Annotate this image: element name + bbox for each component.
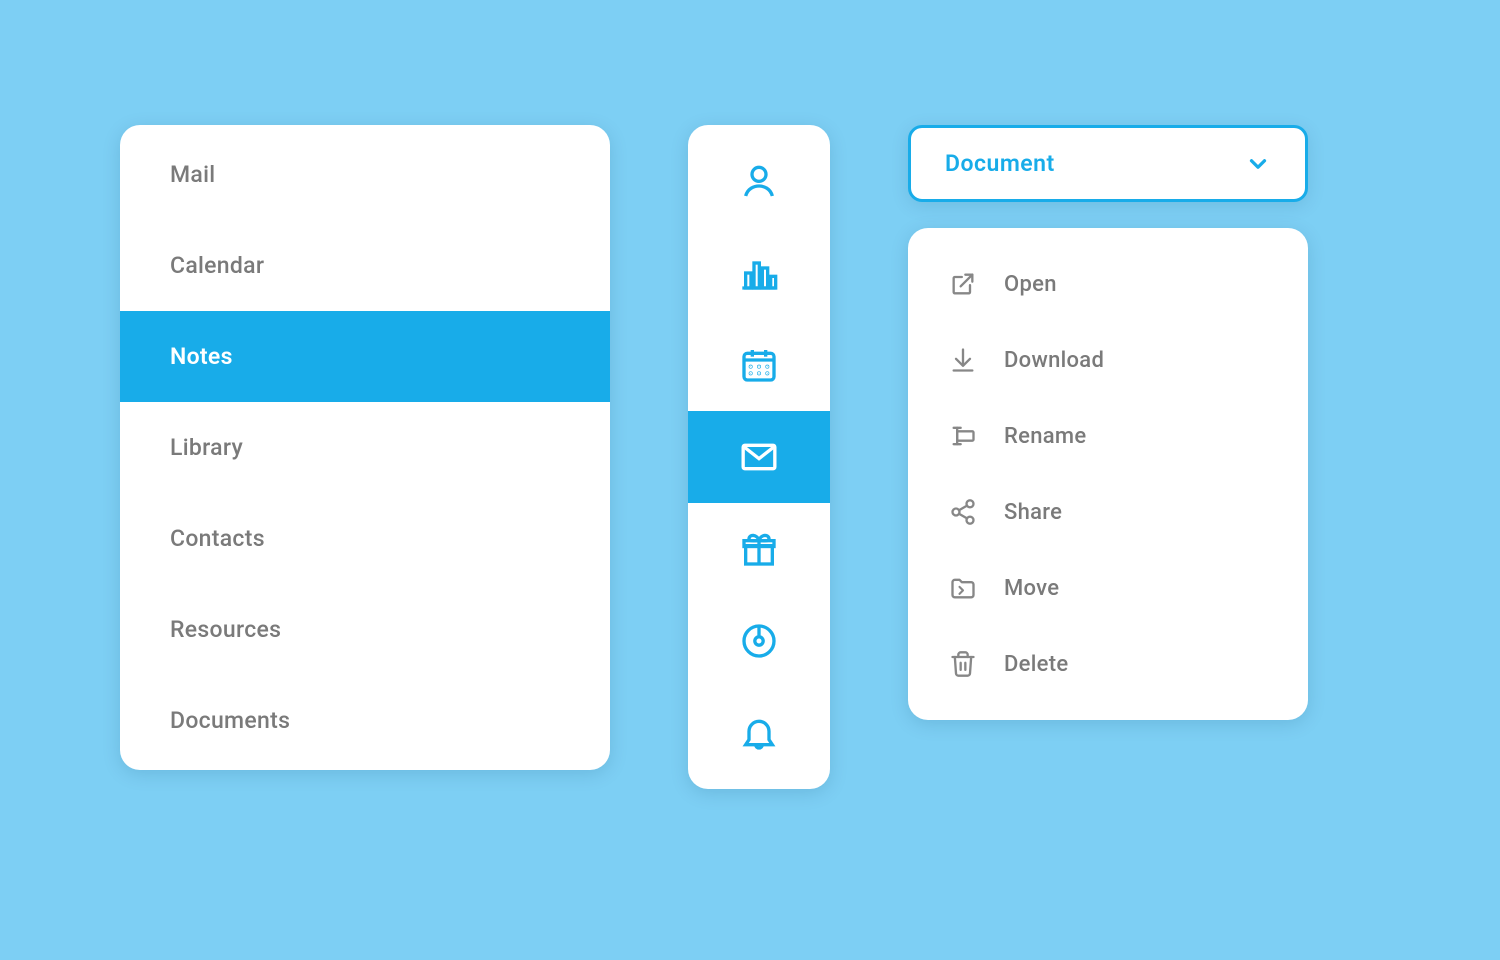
dropdown-selected-label: Document	[945, 150, 1055, 177]
calendar-icon	[739, 345, 779, 385]
menu-item-label: Delete	[1004, 652, 1068, 677]
nav-item-notes[interactable]: Notes	[120, 311, 610, 402]
chevron-down-icon	[1245, 151, 1271, 177]
icon-rail	[688, 125, 830, 789]
nav-item-label: Notes	[170, 343, 233, 370]
bar-chart-icon	[739, 253, 779, 293]
icon-rail-item-chart[interactable]	[688, 227, 830, 319]
nav-item-documents[interactable]: Documents	[120, 675, 610, 766]
menu-item-label: Share	[1004, 500, 1062, 525]
menu-item-move[interactable]: Move	[908, 550, 1308, 626]
nav-item-calendar[interactable]: Calendar	[120, 220, 610, 311]
icon-rail-item-gift[interactable]	[688, 503, 830, 595]
navigation-panel: Mail Calendar Notes Library Contacts Res…	[120, 125, 610, 770]
nav-item-label: Calendar	[170, 252, 264, 279]
menu-item-label: Move	[1004, 576, 1059, 601]
menu-item-download[interactable]: Download	[908, 322, 1308, 398]
menu-item-rename[interactable]: Rename	[908, 398, 1308, 474]
icon-rail-item-user[interactable]	[688, 135, 830, 227]
menu-item-label: Rename	[1004, 424, 1087, 449]
gift-icon	[739, 529, 779, 569]
menu-item-open[interactable]: Open	[908, 246, 1308, 322]
nav-item-contacts[interactable]: Contacts	[120, 493, 610, 584]
nav-item-label: Contacts	[170, 525, 265, 552]
rename-icon	[949, 422, 977, 450]
download-icon	[949, 346, 977, 374]
external-link-icon	[949, 270, 977, 298]
menu-item-share[interactable]: Share	[908, 474, 1308, 550]
nav-item-resources[interactable]: Resources	[120, 584, 610, 675]
icon-rail-item-bell[interactable]	[688, 687, 830, 779]
nav-item-library[interactable]: Library	[120, 402, 610, 493]
nav-item-label: Library	[170, 434, 243, 461]
share-icon	[949, 498, 977, 526]
folder-move-icon	[949, 574, 977, 602]
trash-icon	[949, 650, 977, 678]
mail-icon	[739, 437, 779, 477]
nav-item-label: Documents	[170, 707, 290, 734]
menu-item-delete[interactable]: Delete	[908, 626, 1308, 702]
nav-item-label: Mail	[170, 161, 215, 188]
context-menu: Open Download	[908, 228, 1308, 720]
icon-rail-item-mail[interactable]	[688, 411, 830, 503]
menu-item-label: Download	[1004, 348, 1104, 373]
icon-rail-item-calendar[interactable]	[688, 319, 830, 411]
user-icon	[739, 161, 779, 201]
nav-item-mail[interactable]: Mail	[120, 129, 610, 220]
disc-icon	[739, 621, 779, 661]
menu-item-label: Open	[1004, 272, 1057, 297]
document-dropdown[interactable]: Document	[908, 125, 1308, 202]
nav-item-label: Resources	[170, 616, 281, 643]
bell-icon	[739, 713, 779, 753]
icon-rail-item-disc[interactable]	[688, 595, 830, 687]
